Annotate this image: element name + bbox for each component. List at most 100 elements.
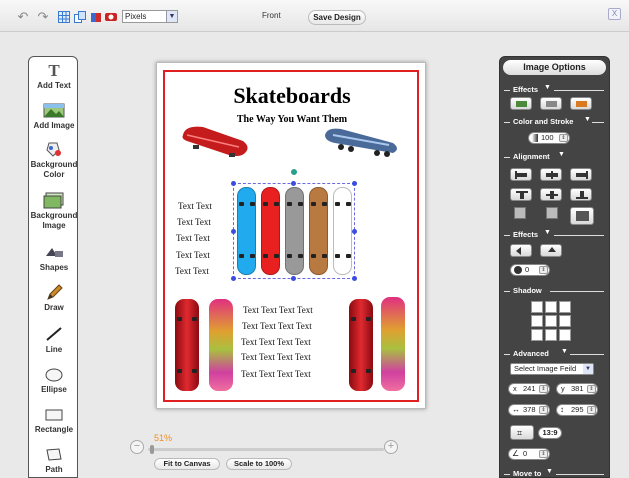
deck-image-sparkle[interactable]	[381, 297, 405, 391]
deck-image-red[interactable]	[349, 299, 373, 391]
rectangle-tool[interactable]: Rectangle	[29, 405, 77, 435]
rotate-handle[interactable]	[291, 169, 297, 175]
canvas-text[interactable]: Text Text Text Text	[243, 305, 313, 315]
spinner-icon[interactable]: ⇕	[539, 406, 548, 414]
spinner-icon[interactable]: ⇕	[587, 385, 596, 393]
height-field[interactable]: ↕ 295 ⇕	[556, 404, 598, 416]
section-move-to[interactable]: Move to ▼	[504, 468, 605, 477]
shadow-direction-icon[interactable]	[559, 329, 571, 341]
effect-sepia-button[interactable]	[570, 97, 592, 110]
resize-handle[interactable]	[291, 181, 296, 186]
redo-icon[interactable]: ↷	[36, 10, 50, 23]
resize-handle[interactable]	[352, 229, 357, 234]
deck-image[interactable]	[261, 187, 280, 275]
section-color-stroke[interactable]: Color and Stroke ▼	[504, 116, 605, 127]
fit-to-canvas-button[interactable]: Fit to Canvas	[154, 458, 220, 470]
unit-select[interactable]: Pixels ▼	[122, 10, 178, 23]
spinner-icon[interactable]: ⇕	[539, 266, 548, 274]
bring-forward-icon[interactable]	[546, 207, 558, 219]
spinner-icon[interactable]: ⇕	[539, 450, 548, 458]
background-color-tool[interactable]: Background Color	[29, 140, 77, 180]
shadow-direction-icon[interactable]	[531, 315, 543, 327]
resize-handle[interactable]	[352, 181, 357, 186]
aspect-ratio-button[interactable]: 13:9	[538, 427, 562, 439]
send-backward-icon[interactable]	[514, 207, 526, 219]
scale-to-100-button[interactable]: Scale to 100%	[226, 458, 292, 470]
zoom-in-icon[interactable]: +	[384, 440, 398, 454]
canvas-text[interactable]: Text Text	[176, 250, 210, 260]
deck-image[interactable]	[285, 187, 304, 275]
shadow-direction-icon[interactable]	[559, 315, 571, 327]
add-text-tool[interactable]: T Add Text	[29, 61, 77, 91]
shadow-direction-icon[interactable]	[531, 301, 543, 313]
shapes-tool[interactable]: Shapes	[29, 243, 77, 273]
path-tool[interactable]: Path	[29, 445, 77, 475]
section-effects[interactable]: Effects ▼	[504, 84, 605, 95]
shadow-direction-grid[interactable]	[531, 301, 573, 345]
resize-handle[interactable]	[231, 276, 236, 281]
x-position-field[interactable]: x 241 ⇕	[508, 383, 550, 395]
width-field[interactable]: ↔ 378 ⇕	[508, 404, 550, 416]
design-canvas[interactable]: Skateboards The Way You Want Them Text T…	[156, 62, 426, 409]
align-middle-button[interactable]	[540, 188, 562, 201]
deck-image[interactable]	[237, 187, 256, 275]
blur-field[interactable]: 0 ⇕	[510, 264, 550, 276]
deck-image-red[interactable]	[175, 299, 199, 391]
section-alignment[interactable]: Alignment ▼	[504, 151, 605, 162]
shadow-direction-icon[interactable]	[531, 329, 543, 341]
deck-image[interactable]	[333, 187, 352, 275]
flip-icon[interactable]	[89, 10, 103, 23]
section-advanced[interactable]: Advanced ▼	[504, 348, 605, 359]
grid-icon[interactable]	[57, 10, 71, 23]
canvas-text[interactable]: Text Text Text Text	[241, 352, 311, 362]
y-position-field[interactable]: y 381 ⇕	[556, 383, 598, 395]
deck-image[interactable]	[309, 187, 328, 275]
canvas-text[interactable]: Text Text Text Text	[241, 337, 311, 347]
spinner-icon[interactable]: ⇕	[559, 134, 568, 142]
canvas-text[interactable]: Text Text	[177, 217, 211, 227]
align-top-button[interactable]	[510, 188, 532, 201]
section-shadow[interactable]: Shadow	[504, 286, 605, 296]
shadow-direction-icon[interactable]	[545, 329, 557, 341]
ellipse-tool[interactable]: Ellipse	[29, 365, 77, 395]
arrange-button[interactable]	[570, 207, 594, 225]
align-left-button[interactable]	[510, 168, 532, 181]
zoom-slider-knob[interactable]	[150, 445, 154, 454]
skateboard-image-red[interactable]	[179, 121, 251, 163]
resize-handle[interactable]	[291, 276, 296, 281]
resize-handle[interactable]	[231, 229, 236, 234]
canvas-text[interactable]: Text Text Text Text	[242, 321, 312, 331]
save-design-button[interactable]: Save Design	[308, 10, 366, 25]
zoom-slider[interactable]	[148, 448, 384, 451]
close-button[interactable]: X	[608, 8, 621, 20]
shadow-direction-icon[interactable]	[545, 315, 557, 327]
resize-handle[interactable]	[231, 181, 236, 186]
copy-icon[interactable]	[73, 10, 87, 23]
flip-vertical-button[interactable]	[540, 244, 562, 257]
canvas-title[interactable]: Skateboards	[157, 83, 427, 109]
draw-tool[interactable]: Draw	[29, 283, 77, 313]
angle-field[interactable]: ∠ 0 ⇕	[508, 448, 550, 460]
crop-button[interactable]: ⌗	[510, 425, 534, 440]
undo-icon[interactable]: ↶	[16, 10, 30, 23]
canvas-text[interactable]: Text Text	[175, 266, 209, 276]
effect-normal-button[interactable]	[510, 97, 532, 110]
opacity-field[interactable]: 100 ⇕	[528, 132, 570, 144]
canvas-text[interactable]: Text Text	[178, 201, 212, 211]
align-right-button[interactable]	[570, 168, 592, 181]
effect-grayscale-button[interactable]	[540, 97, 562, 110]
canvas-text[interactable]: Text Text Text Text	[241, 369, 311, 379]
spinner-icon[interactable]: ⇕	[539, 385, 548, 393]
add-image-tool[interactable]: Add Image	[29, 101, 77, 131]
background-image-tool[interactable]: Background Image	[29, 191, 77, 231]
deck-image-sparkle[interactable]	[209, 299, 233, 391]
line-tool[interactable]: Line	[29, 325, 77, 355]
shadow-direction-icon[interactable]	[545, 301, 557, 313]
align-center-button[interactable]	[540, 168, 562, 181]
canvas-text[interactable]: Text Text	[176, 233, 210, 243]
skateboard-image-blue[interactable]	[323, 123, 401, 159]
zoom-out-icon[interactable]: −	[130, 440, 144, 454]
image-field-select[interactable]: Select Image Feild ▼	[510, 363, 594, 375]
delete-icon[interactable]	[104, 10, 118, 23]
align-bottom-button[interactable]	[570, 188, 592, 201]
